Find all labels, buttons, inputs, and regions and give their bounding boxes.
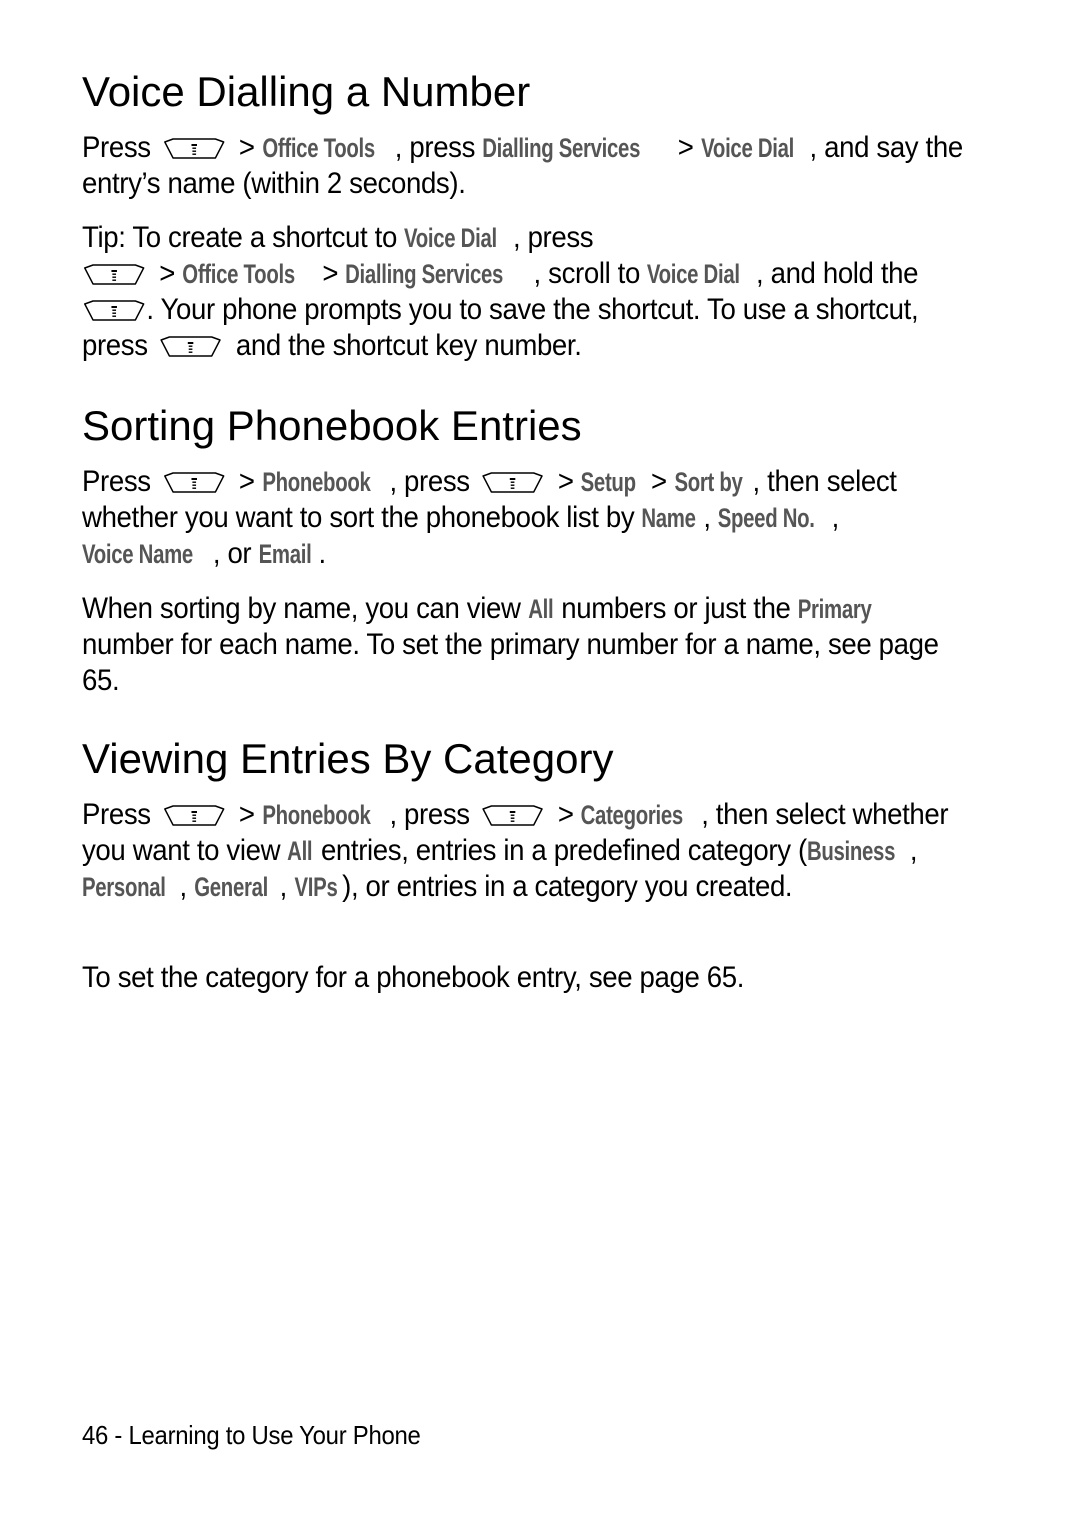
option-name: Name — [641, 503, 697, 533]
menu-item-dialling-services: Dialling Services — [345, 259, 504, 289]
option-speed-no: Speed No. — [717, 503, 815, 533]
menu-item-phonebook: Phonebook — [261, 800, 371, 830]
menu-item-phonebook: Phonebook — [261, 467, 371, 497]
voice-dial-instructions: Press > Office Tools, press Dialling Ser… — [82, 131, 963, 200]
section-title-viewing-by-category: Viewing Entries By Category — [82, 735, 614, 782]
menu-key-icon — [481, 472, 545, 494]
menu-item-setup: Setup — [580, 467, 637, 497]
menu-key-icon — [162, 138, 226, 160]
menu-item-voice-dial: Voice Dial — [647, 259, 741, 289]
menu-key-icon — [82, 264, 146, 286]
menu-key-icon — [162, 805, 226, 827]
menu-key-icon — [481, 805, 545, 827]
category-set-note: To set the category for a phonebook entr… — [82, 961, 745, 994]
category-vips: VIPs — [294, 872, 338, 902]
menu-item-dialling-services: Dialling Services — [482, 133, 641, 163]
menu-item-sort-by: Sort by — [674, 467, 743, 497]
menu-item-voice-dial: Voice Dial — [700, 133, 794, 163]
category-personal: Personal — [82, 872, 166, 902]
sort-by-name-note: When sorting by name, you can view All n… — [82, 592, 939, 697]
page-number: 46 — [82, 1420, 109, 1450]
option-email: Email — [258, 539, 312, 569]
menu-key-icon — [159, 336, 223, 358]
menu-item-office-tools: Office Tools — [182, 259, 295, 289]
menu-item-categories: Categories — [580, 800, 684, 830]
menu-item-office-tools: Office Tools — [261, 133, 375, 163]
menu-key-icon — [162, 472, 226, 494]
category-business: Business — [806, 836, 895, 866]
option-primary: Primary — [797, 594, 872, 624]
menu-key-icon — [82, 300, 146, 322]
category-instructions: Press > Phonebook, press > Categories, t… — [82, 798, 949, 903]
section-title-voice-dialling: Voice Dialling a Number — [82, 68, 531, 115]
sort-instructions: Press > Phonebook, press > Setup > Sort … — [82, 465, 897, 570]
page-footer: 46 - Learning to Use Your Phone — [82, 1420, 421, 1450]
category-general: General — [194, 872, 268, 902]
chapter-title: Learning to Use Your Phone — [128, 1420, 421, 1450]
option-voice-name: Voice Name — [82, 539, 193, 569]
voice-dial-tip: Tip: To create a shortcut to Voice Dial,… — [82, 221, 919, 362]
menu-item-voice-dial: Voice Dial — [404, 223, 498, 253]
option-all: All — [287, 836, 313, 866]
option-all: All — [527, 594, 553, 624]
section-title-sorting-phonebook: Sorting Phonebook Entries — [82, 402, 582, 449]
